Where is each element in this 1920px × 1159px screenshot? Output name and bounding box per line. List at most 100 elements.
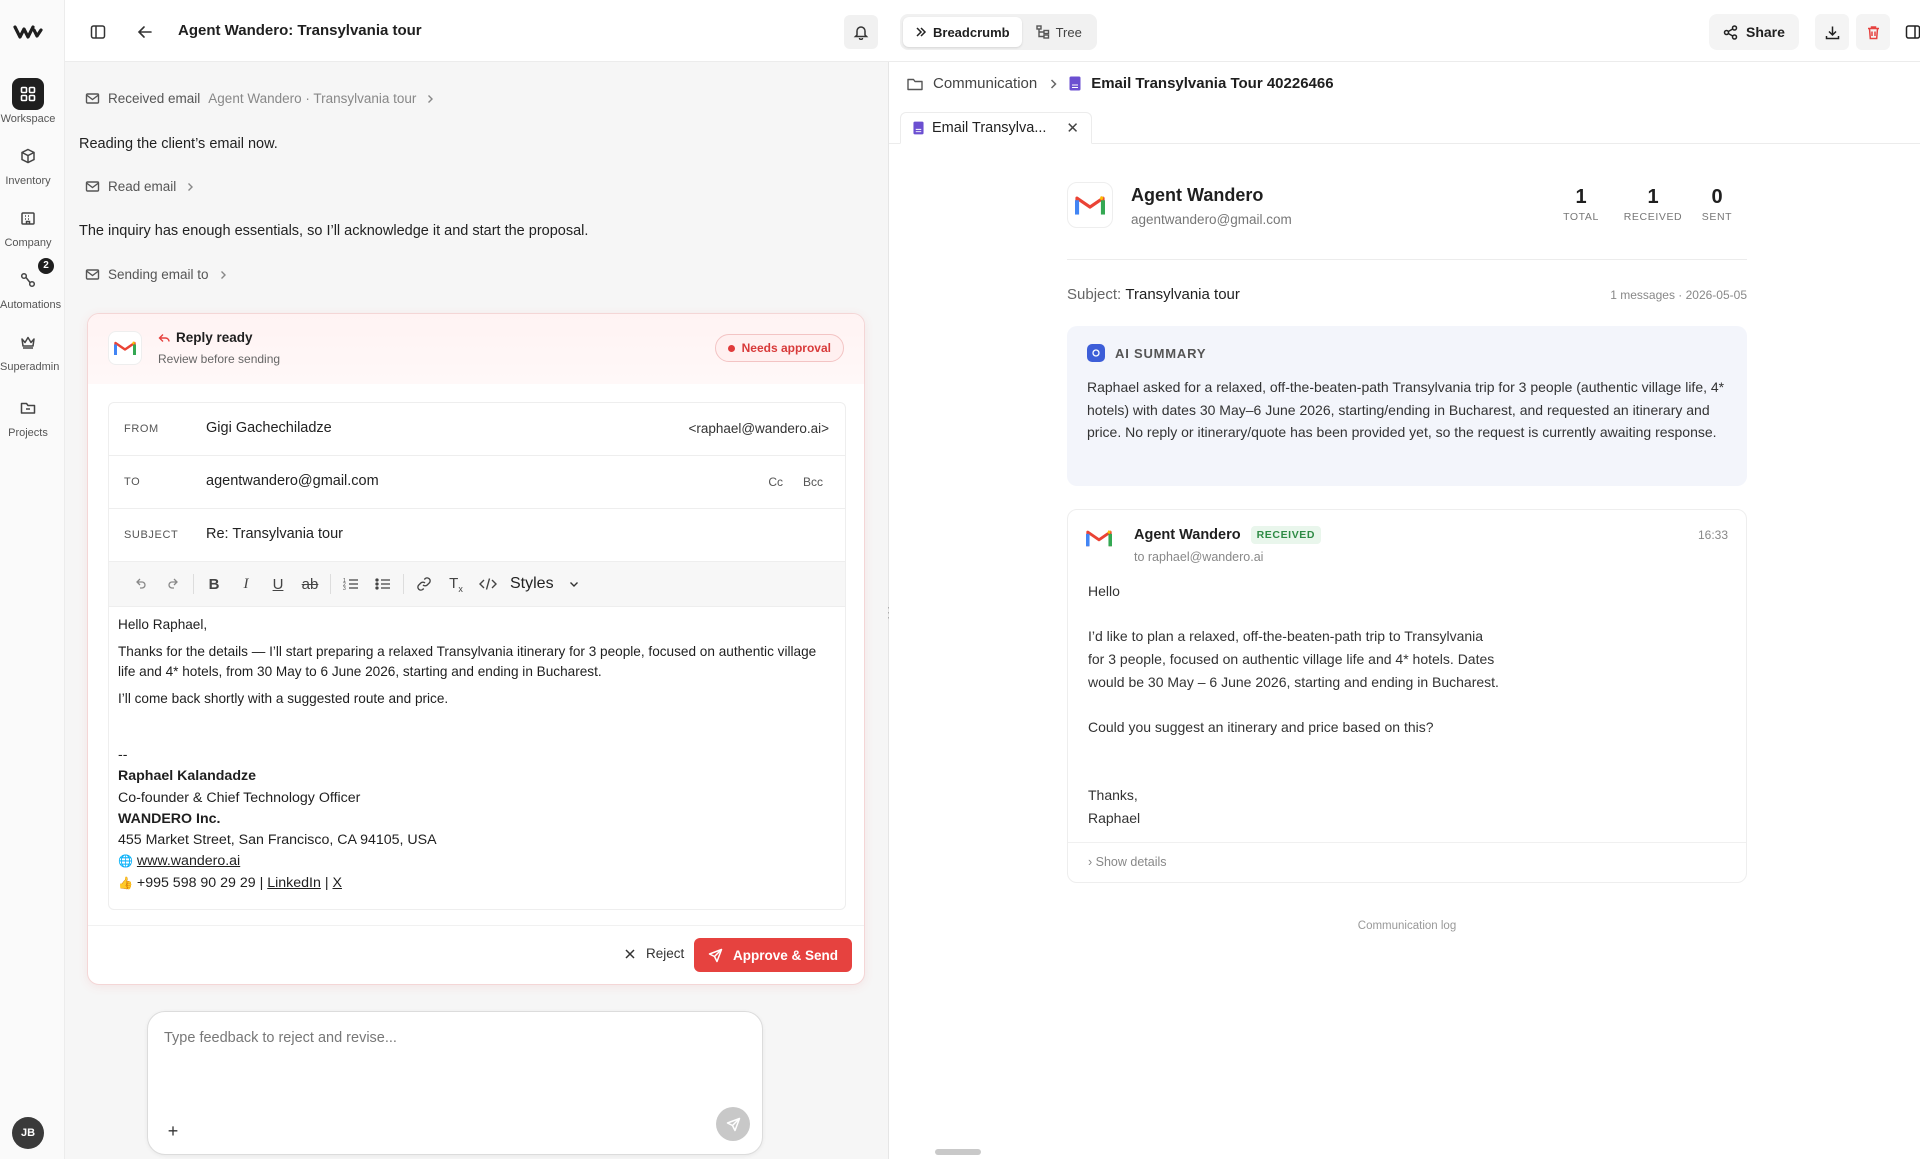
send-feedback-button[interactable]	[716, 1107, 750, 1141]
delete-button[interactable]	[1856, 14, 1890, 50]
stat-total: 1 TOTAL	[1551, 186, 1611, 223]
chat-panel: Received email Agent Wandero · Transylva…	[65, 62, 889, 1159]
tree-icon	[1035, 25, 1050, 39]
chevron-down-icon	[568, 578, 580, 590]
share-button[interactable]: Share	[1709, 14, 1799, 50]
view-tree-button[interactable]: Tree	[1024, 17, 1094, 47]
reply-ready-label: Reply ready	[176, 330, 253, 345]
bullet-list-button[interactable]	[367, 568, 399, 600]
rail-item-workspace[interactable]: Workspace	[0, 78, 56, 125]
underline-icon: U	[272, 575, 284, 593]
clear-format-button[interactable]: Tx	[440, 568, 472, 600]
signature-company: WANDERO Inc.	[118, 810, 221, 827]
rail-item-projects[interactable]: Projects	[0, 392, 56, 439]
rail-label: Company	[4, 237, 52, 249]
status-dot-icon	[727, 344, 735, 352]
to-field[interactable]: agentwandero@gmail.com	[206, 473, 379, 489]
crown-icon	[12, 326, 44, 358]
approve-send-button[interactable]: Approve & Send	[693, 938, 852, 972]
mail-icon	[85, 91, 100, 106]
document-tabs: Email Transylva... ✕	[889, 110, 1920, 144]
code-button[interactable]	[472, 568, 504, 600]
step-label: Sending email to	[108, 267, 209, 282]
undo-button[interactable]	[125, 568, 157, 600]
italic-icon: I	[243, 575, 249, 592]
horizontal-scrollbar[interactable]	[935, 1149, 981, 1155]
reply-icon	[158, 332, 170, 344]
step-received-email[interactable]: Received email Agent Wandero · Transylva…	[85, 91, 436, 106]
thread-meta: 1 messages · 2026-05-05	[1610, 288, 1747, 302]
email-signature: -- Raphael Kalandadze Co-founder & Chief…	[118, 745, 437, 894]
subject-field[interactable]: Re: Transylvania tour	[206, 526, 343, 542]
cc-button[interactable]: Cc	[768, 475, 783, 489]
x-link[interactable]: X	[332, 875, 341, 891]
subject-label: Subject:	[1067, 286, 1122, 303]
editor-toolbar: B I U ab 123 Tx Styles	[109, 562, 845, 607]
ordered-list-button[interactable]: 123	[335, 568, 367, 600]
arrow-left-icon	[137, 26, 152, 38]
step-sending-email[interactable]: Sending email to	[85, 267, 229, 282]
right-panel-toggle-button[interactable]	[1896, 14, 1920, 50]
mail-icon	[85, 267, 100, 282]
user-avatar[interactable]: JB	[12, 1117, 44, 1149]
message-sender: Agent Wandero RECEIVED	[1134, 526, 1322, 544]
body-greeting: Hello Raphael,	[118, 617, 208, 632]
styles-dropdown[interactable]: Styles	[510, 575, 580, 593]
tab-email-transylvania[interactable]: Email Transylva... ✕	[900, 112, 1092, 144]
feedback-input[interactable]	[164, 1030, 744, 1090]
download-icon	[1825, 26, 1839, 39]
status-badge: Needs approval	[714, 334, 844, 362]
rail-item-automations[interactable]: 2 Automations	[0, 258, 61, 311]
italic-button[interactable]: I	[230, 568, 262, 600]
close-tab-icon[interactable]: ✕	[1066, 119, 1079, 137]
notifications-button[interactable]	[844, 15, 878, 49]
strikethrough-icon: ab	[301, 575, 319, 593]
website-link[interactable]: www.wandero.ai	[137, 853, 240, 869]
reject-button[interactable]: Reject	[624, 946, 684, 961]
message-time: 16:33	[1697, 528, 1728, 542]
underline-button[interactable]: U	[262, 568, 294, 600]
from-key: FROM	[124, 423, 159, 435]
rail-item-company[interactable]: Company	[0, 202, 56, 249]
linkedin-link[interactable]: LinkedIn	[267, 875, 321, 891]
page-title: Agent Wandero: Transylvania tour	[178, 22, 422, 39]
rail-item-superadmin[interactable]: Superadmin	[0, 326, 59, 373]
step-read-email[interactable]: Read email	[85, 179, 196, 194]
sidebar-toggle-button[interactable]	[81, 15, 115, 49]
from-row: FROM Gigi Gachechiladze <raphael@wandero…	[109, 403, 845, 456]
stat-value: 0	[1711, 186, 1723, 208]
code-icon	[479, 578, 497, 590]
clear-format-icon: Tx	[449, 574, 463, 594]
from-field[interactable]: Gigi Gachechiladze	[206, 420, 332, 436]
download-button[interactable]	[1815, 14, 1849, 50]
wandero-logo[interactable]	[13, 22, 43, 42]
show-details-toggle[interactable]: › Show details	[1068, 842, 1746, 884]
rail-item-inventory[interactable]: Inventory	[0, 140, 56, 187]
back-button[interactable]	[128, 15, 162, 49]
breadcrumb-root[interactable]: Communication	[933, 75, 1037, 92]
step-label: Read email	[108, 179, 177, 194]
message-line: for 3 people, focused on authentic villa…	[1088, 651, 1495, 668]
rail-label: Projects	[8, 427, 48, 439]
view-breadcrumb-button[interactable]: Breadcrumb	[903, 17, 1022, 47]
close-icon	[624, 948, 636, 960]
panel-right-icon	[1905, 25, 1920, 39]
bcc-button[interactable]: Bcc	[803, 475, 823, 489]
send-icon	[726, 1117, 740, 1131]
attach-button[interactable]: +	[162, 1120, 184, 1142]
signature-name: Raphael Kalandadze	[118, 768, 256, 785]
stat-received: 1 RECEIVED	[1623, 186, 1683, 223]
bold-icon: B	[208, 575, 220, 593]
signature-separator: |	[259, 874, 264, 891]
chevron-right-icon	[184, 181, 196, 193]
folder-icon	[12, 392, 44, 424]
bell-icon	[853, 26, 869, 40]
link-button[interactable]	[408, 568, 440, 600]
subject-key: SUBJECT	[124, 529, 179, 541]
strikethrough-button[interactable]: ab	[294, 568, 326, 600]
email-body-editor[interactable]: Hello Raphael, Thanks for the details — …	[118, 615, 828, 716]
stat-label: SENT	[1701, 211, 1733, 223]
redo-button[interactable]	[157, 568, 189, 600]
message-recipient: to raphael@wandero.ai	[1134, 550, 1264, 564]
bold-button[interactable]: B	[198, 568, 230, 600]
